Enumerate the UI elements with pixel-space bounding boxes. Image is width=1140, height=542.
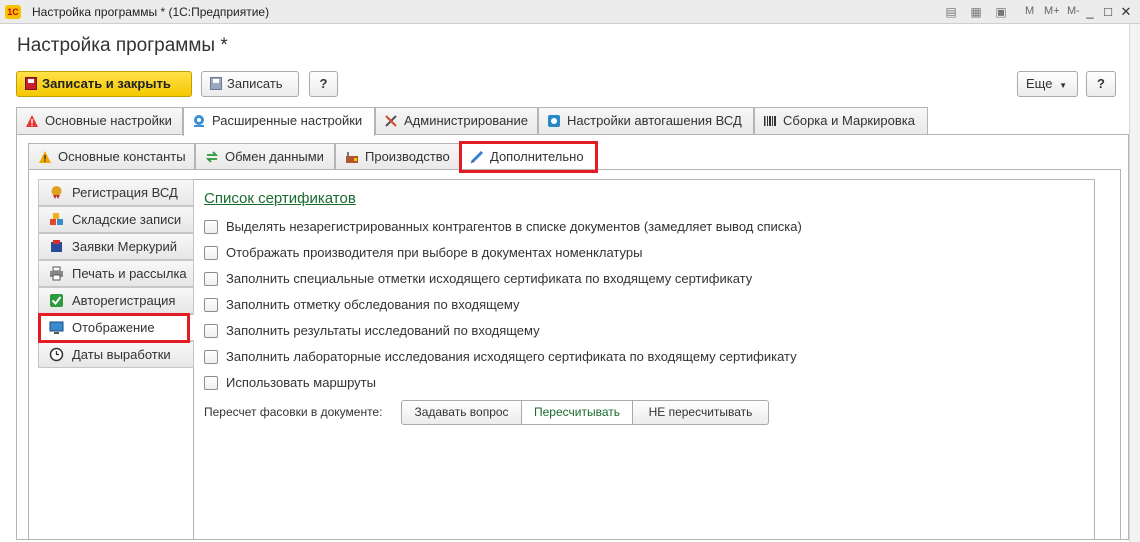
window-title: Настройка программы * (1С:Предприятие) [32,5,270,19]
requests-icon [51,240,62,252]
printer-icon [50,266,63,281]
save-and-close-button[interactable]: Записать и закрыть [16,71,192,97]
sidebar-item-auto-registration[interactable]: Авторегистрация [38,287,194,314]
auto-cancel-icon [548,115,560,127]
sidebar-item-mercury-requests[interactable]: Заявки Меркурий [38,233,194,260]
tab-assembly-marking[interactable]: Сборка и Маркировка [754,107,928,134]
checkbox[interactable] [204,298,218,312]
sidebar-item-label: Заявки Меркурий [72,239,177,254]
tab-label: Администрирование [404,113,528,128]
recalc-option-recalculate[interactable]: Пересчитывать [521,400,633,425]
save-button[interactable]: Записать [201,71,299,97]
clock-icon [49,347,64,362]
tab-administration[interactable]: Администрирование [375,107,538,134]
tab-label: Производство [365,149,450,164]
sidebar-item-label: Регистрация ВСД [72,185,178,200]
window-right-edge [1129,24,1140,542]
exchange-icon [205,151,219,163]
sidebar-item-label: Даты выработки [72,347,171,362]
warning-icon [26,115,38,127]
memory-button[interactable]: M [1025,5,1034,17]
checkbox[interactable] [204,324,218,338]
tab-label: Настройки автогашения ВСД [567,113,742,128]
checkbox-label: Отображать производителя при выборе в до… [226,245,643,260]
tab-label: Дополнительно [490,149,584,164]
checkbox-label: Заполнить результаты исследований по вхо… [226,323,540,338]
tab-label: Обмен данными [225,149,324,164]
tab-label: Расширенные настройки [212,113,363,128]
app-logo-icon: 1С [5,5,21,19]
print-icon[interactable]: ▤ [943,4,959,20]
checkbox-label: Заполнить лабораторные исследования исхо… [226,349,797,364]
tools-icon [385,115,397,127]
barcode-icon [764,116,776,126]
sidebar-item-label: Печать и рассылка [72,266,187,281]
tab-basic-settings[interactable]: Основные настройки [16,107,183,134]
checkbox-label: Заполнить отметку обследования по входящ… [226,297,520,312]
checkbox[interactable] [204,246,218,260]
tab-label: Сборка и Маркировка [783,113,915,128]
window-titlebar: 1С Настройка программы * (1С:Предприятие… [0,0,1140,24]
save-and-close-label: Записать и закрыть [42,76,171,91]
tab-additional[interactable]: Дополнительно [460,143,596,169]
close-button[interactable]: ✕ [1117,4,1135,20]
recalc-label: Пересчет фасовки в документе: [204,405,383,419]
recalc-option-no-recalculate[interactable]: НЕ пересчитывать [632,400,769,425]
check-icon [50,294,63,307]
save-icon [210,77,222,90]
tab-label: Основные настройки [45,113,172,128]
checkbox[interactable] [204,376,218,390]
tab-basic-constants[interactable]: Основные константы [28,143,195,169]
more-label: Еще [1026,76,1053,91]
sidebar-item-print-mailing[interactable]: Печать и рассылка [38,260,194,287]
sidebar-item-label: Авторегистрация [72,293,176,308]
sidebar-item-label: Отображение [72,320,155,335]
factory-icon [346,152,358,163]
syringe-icon [470,150,484,164]
memory-minus-button[interactable]: M- [1067,5,1080,17]
maximize-button[interactable]: □ [1099,4,1117,20]
sidebar: Регистрация ВСД Складские записи Заявки … [38,179,194,540]
more-button[interactable]: Еще ▼ [1017,71,1078,97]
tab-production[interactable]: Производство [335,143,460,169]
calendar-icon[interactable]: ▣ [993,4,1009,20]
tab-label: Основные константы [58,149,186,164]
sidebar-item-production-dates[interactable]: Даты выработки [38,341,194,368]
warning-icon [39,151,51,163]
tab-extended-settings[interactable]: Расширенные настройки [183,107,375,136]
extended-settings-icon [194,115,204,127]
memory-plus-button[interactable]: M+ [1044,5,1060,17]
checkbox[interactable] [204,350,218,364]
checkbox-label: Использовать маршруты [226,375,376,390]
recalc-option-ask[interactable]: Задавать вопрос [401,400,522,425]
checkbox-label: Заполнить специальные отметки исходящего… [226,271,753,286]
checkbox[interactable] [204,220,218,234]
certificate-list-link[interactable]: Список сертификатов [204,190,356,207]
checkbox[interactable] [204,272,218,286]
tab-auto-cancel-settings[interactable]: Настройки автогашения ВСД [538,107,754,134]
save-icon [25,77,37,90]
monitor-icon [49,321,64,334]
page-title: Настройка программы * [17,35,228,56]
save-label: Записать [227,76,283,91]
help-right-button[interactable]: ? [1086,71,1116,97]
calculator-icon[interactable]: ▦ [968,4,984,20]
dropdown-arrow-icon: ▼ [1059,81,1067,90]
sidebar-item-warehouse-records[interactable]: Складские записи [38,206,194,233]
sidebar-item-label: Складские записи [72,212,182,227]
certificate-icon [51,186,62,199]
help-button[interactable]: ? [309,71,338,97]
minimize-button[interactable]: _ [1081,4,1099,20]
tab-data-exchange[interactable]: Обмен данными [195,143,335,169]
sidebar-item-display[interactable]: Отображение [38,314,194,341]
sidebar-item-vsd-registration[interactable]: Регистрация ВСД [38,179,194,206]
warehouse-icon [50,213,63,225]
checkbox-label: Выделять незарегистрированных контрагент… [226,219,802,234]
